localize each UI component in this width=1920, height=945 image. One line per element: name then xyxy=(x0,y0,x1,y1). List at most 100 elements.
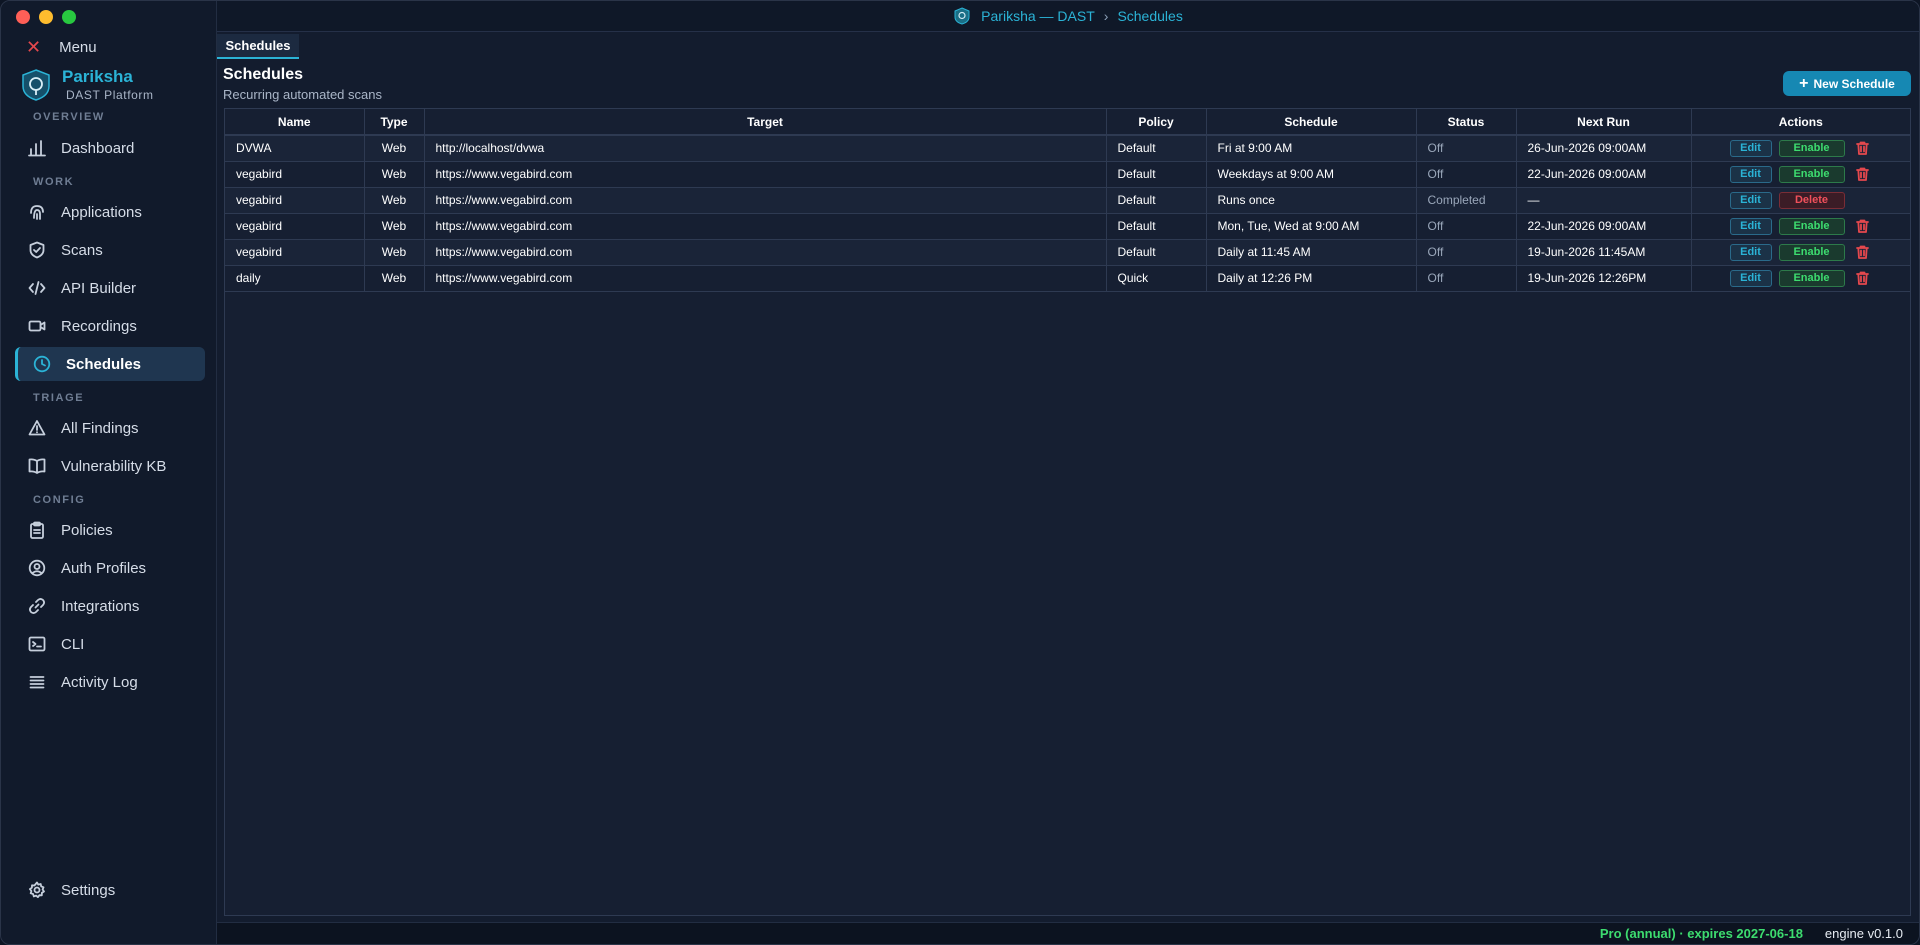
plus-icon: + xyxy=(1799,74,1809,92)
enable-button[interactable]: Enable xyxy=(1778,139,1845,157)
trash-icon[interactable] xyxy=(1856,141,1870,156)
cell-status: Off xyxy=(1416,265,1517,292)
warning-icon xyxy=(27,418,47,438)
trash-icon[interactable] xyxy=(1856,219,1870,233)
page-title: Schedules xyxy=(223,66,304,83)
sidebar-item-auth-profiles[interactable]: Auth Profiles xyxy=(15,551,205,585)
cell-type: Web xyxy=(364,135,425,162)
schedules-table: Name Type Target Policy Schedule Status … xyxy=(225,109,1910,292)
table-row[interactable]: vegabird Web https://www.vegabird.com De… xyxy=(225,187,1910,214)
column-header-name[interactable]: Name xyxy=(225,109,365,136)
cell-policy: Default xyxy=(1106,187,1207,214)
table-row[interactable]: daily Web https://www.vegabird.com Quick… xyxy=(225,265,1910,292)
sidebar-item-scans[interactable]: Scans xyxy=(15,233,205,267)
cell-next-run: 19-Jun-2026 11:45AM xyxy=(1516,239,1692,266)
cell-next-run: 22-Jun-2026 09:00AM xyxy=(1516,161,1692,188)
trash-icon[interactable] xyxy=(1856,245,1870,259)
title-bar: Pariksha — DAST › Schedules xyxy=(217,1,1919,32)
sidebar-item-cli[interactable]: CLI xyxy=(15,627,205,661)
cell-status: Off xyxy=(1416,213,1517,240)
edit-button[interactable]: Edit xyxy=(1729,217,1772,235)
sidebar-item-applications[interactable]: Applications xyxy=(15,195,205,229)
sidebar: ✕ Menu Pariksha DAST Platform OVERVIEW D… xyxy=(1,1,217,944)
close-icon: ✕ xyxy=(26,37,42,57)
sidebar-item-label: Schedules xyxy=(66,355,142,373)
cell-schedule: Daily at 11:45 AM xyxy=(1206,239,1417,266)
cell-actions: Edit Enable xyxy=(1691,135,1910,162)
cell-name: vegabird xyxy=(225,187,365,214)
list-icon xyxy=(27,672,47,692)
edit-button[interactable]: Edit xyxy=(1729,243,1772,261)
edit-button[interactable]: Edit xyxy=(1729,139,1772,157)
column-header-actions: Actions xyxy=(1691,109,1910,136)
delete-button[interactable]: Delete xyxy=(1778,191,1845,209)
sidebar-item-label: Integrations xyxy=(61,597,140,615)
section-config: CONFIG xyxy=(33,494,86,506)
sidebar-item-recordings[interactable]: Recordings xyxy=(15,309,205,343)
sidebar-item-all-findings[interactable]: All Findings xyxy=(15,411,205,445)
title-separator: › xyxy=(1103,8,1109,24)
terminal-icon xyxy=(27,634,47,654)
edit-button[interactable]: Edit xyxy=(1729,269,1772,287)
table-row[interactable]: vegabird Web https://www.vegabird.com De… xyxy=(225,239,1910,266)
enable-button[interactable]: Enable xyxy=(1778,165,1845,183)
cell-schedule: Daily at 12:26 PM xyxy=(1206,265,1417,292)
table-row[interactable]: vegabird Web https://www.vegabird.com De… xyxy=(225,213,1910,240)
cell-name: DVWA xyxy=(225,135,365,162)
sidebar-item-activity-log[interactable]: Activity Log xyxy=(15,665,205,699)
minimize-window-button[interactable] xyxy=(39,10,53,24)
sidebar-item-settings[interactable]: Settings xyxy=(15,873,205,907)
sidebar-item-policies[interactable]: Policies xyxy=(15,513,205,547)
edit-button[interactable]: Edit xyxy=(1729,191,1772,209)
sidebar-item-schedules[interactable]: Schedules xyxy=(15,347,205,381)
brand-logo-icon xyxy=(19,67,53,103)
cell-schedule: Fri at 9:00 AM xyxy=(1206,135,1417,162)
table-row[interactable]: vegabird Web https://www.vegabird.com De… xyxy=(225,161,1910,188)
sidebar-item-integrations[interactable]: Integrations xyxy=(15,589,205,623)
edit-button[interactable]: Edit xyxy=(1729,165,1772,183)
cell-name: daily xyxy=(225,265,365,292)
cell-type: Web xyxy=(364,187,425,214)
cell-type: Web xyxy=(364,161,425,188)
app-logo-icon xyxy=(953,7,971,25)
cell-type: Web xyxy=(364,265,425,292)
zoom-window-button[interactable] xyxy=(62,10,76,24)
sidebar-item-label: Settings xyxy=(61,881,116,899)
sidebar-item-api-builder[interactable]: API Builder xyxy=(15,271,205,305)
menu-toggle[interactable]: ✕ Menu xyxy=(26,38,97,56)
cell-type: Web xyxy=(364,239,425,266)
cell-actions: Edit Delete xyxy=(1691,187,1910,214)
sidebar-item-label: Scans xyxy=(61,241,103,259)
trash-icon[interactable] xyxy=(1856,271,1870,285)
sidebar-item-vulnerability-kb[interactable]: Vulnerability KB xyxy=(15,449,205,483)
column-header-type[interactable]: Type xyxy=(364,109,425,136)
tab-schedules[interactable]: Schedules xyxy=(217,34,299,59)
cell-next-run: 22-Jun-2026 09:00AM xyxy=(1516,213,1692,240)
new-schedule-label: New Schedule xyxy=(1813,76,1895,91)
column-header-next-run[interactable]: Next Run xyxy=(1516,109,1692,136)
engine-version: engine v0.1.0 xyxy=(1824,926,1903,941)
cell-next-run: 19-Jun-2026 12:26PM xyxy=(1516,265,1692,292)
sidebar-item-label: Activity Log xyxy=(61,673,138,691)
section-work: WORK xyxy=(33,176,75,188)
menu-label: Menu xyxy=(59,38,97,56)
table-row[interactable]: DVWA Web http://localhost/dvwa Default F… xyxy=(225,135,1910,162)
brand: Pariksha DAST Platform xyxy=(19,67,154,103)
enable-button[interactable]: Enable xyxy=(1778,243,1845,261)
column-header-status[interactable]: Status xyxy=(1416,109,1517,136)
column-header-target[interactable]: Target xyxy=(424,109,1107,136)
cell-name: vegabird xyxy=(225,213,365,240)
enable-button[interactable]: Enable xyxy=(1778,269,1845,287)
cell-target: https://www.vegabird.com xyxy=(424,187,1107,214)
enable-button[interactable]: Enable xyxy=(1778,217,1845,235)
brand-subtitle: DAST Platform xyxy=(66,88,154,102)
close-window-button[interactable] xyxy=(16,10,30,24)
fingerprint-icon xyxy=(27,202,47,222)
new-schedule-button[interactable]: + New Schedule xyxy=(1783,71,1911,96)
trash-icon[interactable] xyxy=(1856,167,1870,181)
sidebar-item-dashboard[interactable]: Dashboard xyxy=(15,131,205,165)
column-header-policy[interactable]: Policy xyxy=(1106,109,1207,136)
code-icon xyxy=(27,278,47,298)
sidebar-item-label: API Builder xyxy=(61,279,137,297)
column-header-schedule[interactable]: Schedule xyxy=(1206,109,1417,136)
